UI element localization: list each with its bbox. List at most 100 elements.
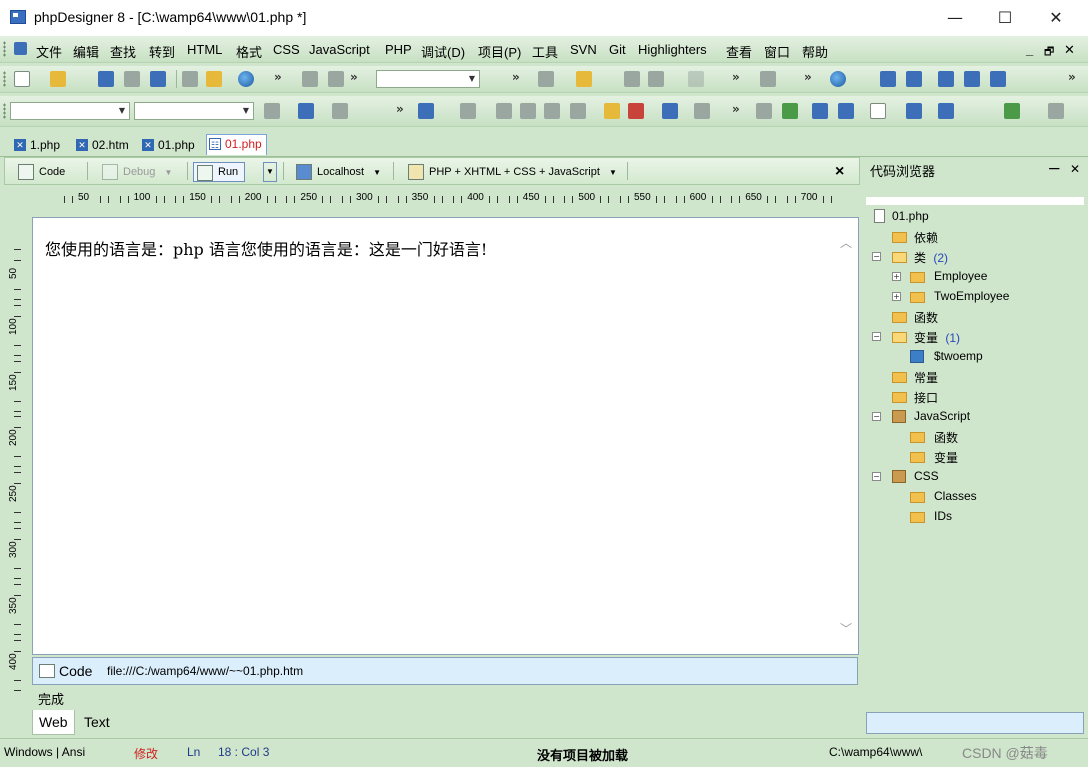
code-bar-label[interactable]: Code bbox=[59, 663, 92, 679]
browser-icon[interactable] bbox=[238, 71, 254, 87]
panel-search-input[interactable] bbox=[866, 197, 1084, 205]
options-icon[interactable] bbox=[1048, 103, 1064, 119]
tree-javascript[interactable]: JavaScript bbox=[914, 409, 970, 423]
split-horizontal-icon[interactable] bbox=[938, 71, 954, 87]
mdi-close-button[interactable]: ✕ bbox=[1064, 42, 1075, 58]
tab-01-php[interactable]: ✕ 01.php bbox=[140, 136, 199, 154]
close-editor-button[interactable]: × bbox=[835, 162, 844, 182]
tree-class-employee[interactable]: Employee bbox=[934, 269, 987, 283]
language-button[interactable]: PHP + XHTML + CSS + JavaScript ▼ bbox=[405, 162, 617, 182]
menu-find[interactable]: 查找 bbox=[110, 42, 136, 61]
open-folder-icon[interactable] bbox=[50, 71, 66, 87]
collapse-icon[interactable]: − bbox=[872, 412, 881, 421]
preview-icon[interactable] bbox=[906, 103, 922, 119]
tree-variables[interactable]: 变量 (1) bbox=[914, 329, 960, 346]
image-icon[interactable] bbox=[782, 103, 798, 119]
tree-deps[interactable]: 依赖 bbox=[914, 229, 938, 246]
menu-highlighters[interactable]: Highlighters bbox=[638, 42, 707, 57]
toolbar-overflow-icon[interactable]: » bbox=[396, 102, 404, 116]
toolbar-combo[interactable]: ▼ bbox=[376, 70, 480, 88]
localhost-button[interactable]: Localhost ▼ bbox=[293, 162, 381, 182]
collapse-icon[interactable]: − bbox=[872, 252, 881, 261]
tab-02-htm[interactable]: ✕ 02.htm bbox=[74, 136, 133, 154]
toolbar-overflow-icon[interactable]: » bbox=[274, 70, 282, 84]
cascade-icon[interactable] bbox=[990, 71, 1006, 87]
tree-class-twoemployee[interactable]: TwoEmployee bbox=[934, 289, 1009, 303]
tree-js-functions[interactable]: 函数 bbox=[934, 429, 958, 446]
form-icon[interactable] bbox=[298, 103, 314, 119]
edit-icon[interactable] bbox=[460, 103, 476, 119]
close-button[interactable]: ✕ bbox=[1031, 0, 1081, 36]
list-icon[interactable] bbox=[838, 103, 854, 119]
export-icon[interactable] bbox=[938, 103, 954, 119]
tree-js-variables[interactable]: 变量 bbox=[934, 449, 958, 466]
split-vertical-icon[interactable] bbox=[964, 71, 980, 87]
menu-tools[interactable]: 工具 bbox=[532, 42, 558, 61]
menu-window[interactable]: 窗口 bbox=[764, 42, 790, 61]
run-dropdown-button[interactable]: ▼ bbox=[263, 162, 277, 182]
tag-icon[interactable] bbox=[264, 103, 280, 119]
minimize-button[interactable]: — bbox=[930, 0, 980, 36]
toolbar-overflow-icon[interactable]: » bbox=[350, 70, 358, 84]
copy-icon[interactable] bbox=[328, 71, 344, 87]
tree-root[interactable]: 01.php bbox=[892, 209, 929, 223]
expand-icon[interactable]: + bbox=[892, 272, 901, 281]
menu-help[interactable]: 帮助 bbox=[802, 42, 828, 61]
deploy-icon[interactable] bbox=[1004, 103, 1020, 119]
tree-functions[interactable]: 函数 bbox=[914, 309, 938, 326]
back-icon[interactable] bbox=[688, 71, 704, 87]
tree-var-twoemp[interactable]: $twoemp bbox=[934, 349, 983, 363]
toolbar-overflow-icon[interactable]: » bbox=[732, 70, 740, 84]
font-combo[interactable]: ▼ bbox=[10, 102, 130, 120]
toolbar-overflow-icon[interactable]: » bbox=[1068, 70, 1076, 84]
filter-icon[interactable] bbox=[538, 71, 554, 87]
menu-view[interactable]: 查看 bbox=[726, 42, 752, 61]
collapse-icon[interactable]: − bbox=[872, 332, 881, 341]
cut-icon[interactable] bbox=[302, 71, 318, 87]
menu-javascript[interactable]: JavaScript bbox=[309, 42, 370, 57]
menu-goto[interactable]: 转到 bbox=[149, 42, 175, 61]
bookmark-icon[interactable] bbox=[576, 71, 592, 87]
panel-left-icon[interactable] bbox=[880, 71, 896, 87]
menu-git[interactable]: Git bbox=[609, 42, 626, 57]
comment-icon[interactable] bbox=[544, 103, 560, 119]
expand-icon[interactable]: + bbox=[892, 292, 901, 301]
link-icon[interactable] bbox=[756, 103, 772, 119]
run-button[interactable]: Run bbox=[193, 162, 246, 182]
tree-css-classes[interactable]: Classes bbox=[934, 489, 977, 503]
wizard-icon[interactable] bbox=[418, 103, 434, 119]
save-as-icon[interactable] bbox=[150, 71, 166, 87]
tree-css[interactable]: CSS bbox=[914, 469, 939, 483]
tab-01-php-active[interactable]: ☷ 01.php bbox=[206, 134, 267, 155]
menu-svn[interactable]: SVN bbox=[570, 42, 597, 57]
hand-icon[interactable] bbox=[604, 103, 620, 119]
menu-debug[interactable]: 调试(D) bbox=[421, 42, 465, 61]
save-icon[interactable] bbox=[98, 71, 114, 87]
toolbar-overflow-icon[interactable]: » bbox=[804, 70, 812, 84]
size-combo[interactable]: ▼ bbox=[134, 102, 254, 120]
indent-icon[interactable] bbox=[496, 103, 512, 119]
debug-button[interactable]: Debug ▼ bbox=[99, 162, 172, 182]
editor-pane[interactable]: 您使用的语言是：php 语言您使用的语言是：这是一门好语言! ︿ ﹀ bbox=[32, 217, 859, 655]
tab-1-php[interactable]: ✕ 1.php bbox=[12, 136, 64, 154]
outdent-icon[interactable] bbox=[520, 103, 536, 119]
menu-css[interactable]: CSS bbox=[273, 42, 300, 57]
print-icon[interactable] bbox=[182, 71, 198, 87]
uncomment-icon[interactable] bbox=[570, 103, 586, 119]
frame-icon[interactable] bbox=[870, 103, 886, 119]
tab-text[interactable]: Text bbox=[78, 710, 116, 734]
globe-icon[interactable] bbox=[830, 71, 846, 87]
new-file-icon[interactable] bbox=[14, 71, 30, 87]
menu-edit[interactable]: 编辑 bbox=[73, 42, 99, 61]
collapse-icon[interactable]: − bbox=[872, 472, 881, 481]
template-icon[interactable] bbox=[332, 103, 348, 119]
tree-interfaces[interactable]: 接口 bbox=[914, 389, 938, 406]
page-icon[interactable] bbox=[694, 103, 710, 119]
menu-project[interactable]: 项目(P) bbox=[478, 42, 521, 61]
close-icon[interactable]: ✕ bbox=[14, 139, 26, 151]
snippet-icon[interactable] bbox=[662, 103, 678, 119]
tree-classes[interactable]: 类 (2) bbox=[914, 249, 948, 266]
tree-constants[interactable]: 常量 bbox=[914, 369, 938, 386]
close-icon[interactable]: ✕ bbox=[142, 139, 154, 151]
filter-add-icon[interactable] bbox=[624, 71, 640, 87]
